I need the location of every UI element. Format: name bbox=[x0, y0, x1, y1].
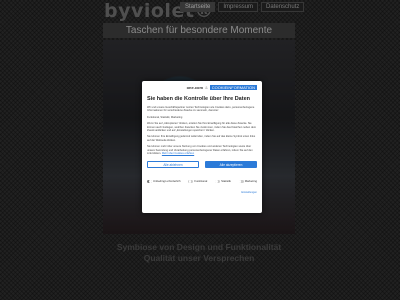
toggle-marketing-label: Marketing bbox=[244, 179, 257, 184]
cookie-info-link[interactable]: Mehr über Cookies erfahren bbox=[162, 152, 194, 155]
dialog-text-purposes: Funktional, Statistik, Marketing bbox=[147, 115, 183, 119]
toggle-functional-label: Funktional bbox=[194, 179, 208, 184]
settings-row: Einstellungen bbox=[147, 191, 257, 194]
toggle-necessary-label: Unbedingt erforderlich bbox=[153, 179, 181, 184]
brand-one-com: one.com bbox=[186, 85, 204, 90]
toggle-necessary[interactable]: Unbedingt erforderlich bbox=[147, 179, 181, 183]
toggle-necessary-switch[interactable] bbox=[147, 179, 152, 183]
dialog-text-3: Sie können Ihre Einwilligung jederzeit w… bbox=[147, 135, 256, 142]
dialog-brand: one.com & COOKIEINFORMATION bbox=[147, 85, 257, 90]
dialog-text-1: Wir und unsere Geschäftspartner nutzen T… bbox=[147, 106, 255, 113]
brand-cookieinformation: COOKIEINFORMATION bbox=[209, 85, 257, 90]
cookie-consent-dialog: one.com & COOKIEINFORMATION Sie haben di… bbox=[142, 81, 262, 213]
brand-separator: & bbox=[205, 85, 208, 90]
dialog-title: Sie haben die Kontrolle über Ihre Daten bbox=[147, 96, 250, 102]
toggle-marketing-switch[interactable] bbox=[238, 179, 244, 183]
consent-toggles: Unbedingt erforderlich Funktional Statis… bbox=[147, 179, 257, 183]
toggle-marketing[interactable]: Marketing bbox=[238, 179, 257, 184]
toggle-statistics-label: Statistik bbox=[221, 179, 231, 184]
toggle-statistics-switch[interactable] bbox=[215, 179, 221, 183]
dialog-text-2: Wenn Sie auf „Akzeptieren“ klicken, erte… bbox=[147, 122, 257, 133]
dialog-buttons: Alle ablehnen Alle akzeptieren bbox=[147, 161, 257, 169]
toggle-functional-switch[interactable] bbox=[188, 179, 194, 183]
settings-link[interactable]: Einstellungen bbox=[241, 191, 257, 194]
reject-all-button[interactable]: Alle ablehnen bbox=[147, 161, 199, 169]
dialog-text-4: Sie können mehr über unsere Nutzung von … bbox=[147, 145, 257, 155]
accept-all-button[interactable]: Alle akzeptieren bbox=[205, 161, 257, 169]
toggle-statistics[interactable]: Statistik bbox=[215, 179, 231, 183]
toggle-functional[interactable]: Funktional bbox=[188, 179, 207, 183]
